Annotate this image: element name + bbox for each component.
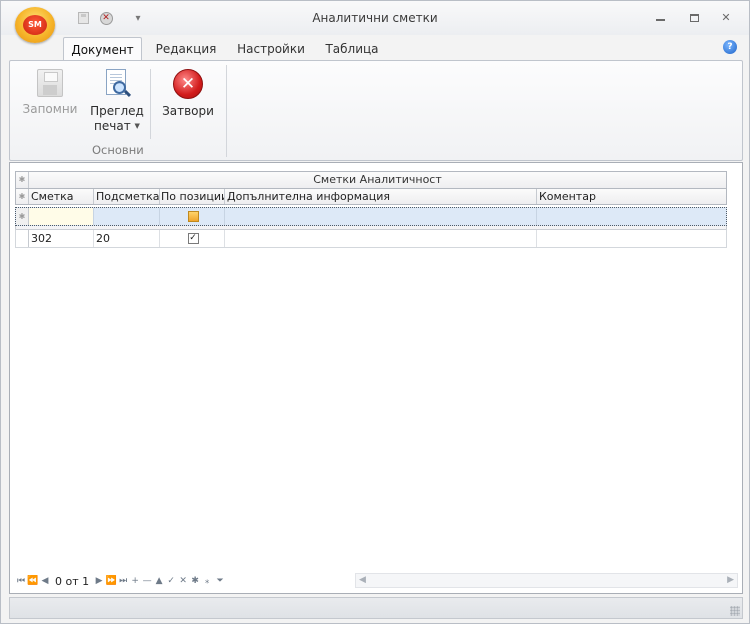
table-row[interactable]: 302 20 ✓ <box>15 229 727 248</box>
save-button[interactable]: Запомни <box>22 69 78 117</box>
scroll-right-icon[interactable]: ▶ <box>727 574 734 587</box>
button-divider <box>150 69 151 139</box>
resize-grip-icon[interactable] <box>730 606 740 616</box>
new-row-subaccount-cell[interactable] <box>94 208 160 225</box>
grid-container: ✱ Сметки Аналитичност ✱ Сметка Подсметка… <box>9 162 743 594</box>
close-icon: ✕ <box>721 11 731 24</box>
close-button[interactable]: ✕ Затвори <box>160 69 216 119</box>
new-row-by-position-cell[interactable] <box>160 208 225 225</box>
new-item-row[interactable]: ✱ <box>15 207 727 226</box>
window-title: Аналитични сметки <box>312 11 438 25</box>
filter-icon[interactable]: ✱ <box>189 576 201 586</box>
end-edit-icon[interactable]: ✓ <box>165 576 177 586</box>
close-circle-icon: ✕ <box>173 69 203 99</box>
print-preview-button[interactable]: Преглед печат ▼ <box>88 69 146 134</box>
next-page-icon[interactable]: ⏩ <box>105 576 117 586</box>
remove-record-icon[interactable]: — <box>141 576 153 586</box>
column-header-additional-info[interactable]: Допълнителна информация <box>225 189 537 204</box>
band-title: Сметки Аналитичност <box>313 173 442 186</box>
floppy-disk-icon <box>37 69 63 97</box>
data-navigator: ⏮ ⏪ ◀ 0 от 1 ▶ ⏩ ⏭ + — ▲ ✓ ✕ ✱ ⁎ ⏷ <box>15 572 227 590</box>
tab-edit[interactable]: Редакция <box>151 37 221 61</box>
scroll-left-icon[interactable]: ◀ <box>359 574 366 587</box>
first-page-icon[interactable]: ⏮ <box>15 576 27 586</box>
title-bar: ✕ ▾ Аналитични сметки ✕ <box>1 1 749 35</box>
by-position-checkbox[interactable]: ✓ <box>187 233 199 244</box>
indeterminate-checkbox[interactable] <box>187 211 199 222</box>
cell-additional-info[interactable] <box>225 230 537 247</box>
close-button-label: Затвори <box>162 104 214 118</box>
cell-account[interactable]: 302 <box>29 230 94 247</box>
previous-record-icon[interactable]: ◀ <box>39 576 51 586</box>
print-preview-label-line2: печат <box>94 119 131 133</box>
app-logo: SM <box>23 15 47 35</box>
cancel-edit-icon[interactable]: ✕ <box>177 576 189 586</box>
close-window-button[interactable]: ✕ <box>718 10 734 26</box>
application-menu-button[interactable]: SM <box>15 7 55 43</box>
ribbon-group-label: Основни <box>92 143 144 157</box>
status-bar <box>9 597 743 619</box>
column-header-row: ✱ Сметка Подсметка По позиции Допълнител… <box>15 188 727 205</box>
edit-record-icon[interactable]: ▲ <box>153 576 165 586</box>
save-button-label: Запомни <box>22 102 78 116</box>
tab-settings[interactable]: Настройки <box>231 37 311 61</box>
band-header: ✱ Сметки Аналитичност <box>15 171 727 188</box>
maximize-icon <box>689 14 699 22</box>
dropdown-arrow-icon: ▼ <box>134 122 140 130</box>
row-indicator[interactable] <box>16 230 29 247</box>
horizontal-scrollbar[interactable]: ◀ ▶ <box>355 573 738 588</box>
data-grid: ✱ Сметки Аналитичност ✱ Сметка Подсметка… <box>15 171 727 248</box>
help-icon[interactable]: ? <box>723 40 737 54</box>
new-row-account-cell[interactable] <box>29 208 94 225</box>
tab-document[interactable]: Документ <box>63 37 142 61</box>
funnel-icon[interactable]: ⏷ <box>213 576 227 586</box>
column-header-account[interactable]: Сметка <box>29 189 94 204</box>
ribbon-panel: Запомни Преглед печат ▼ ✕ Затвори Основн… <box>9 60 743 161</box>
column-header-comment[interactable]: Коментар <box>537 189 726 204</box>
new-row-indicator-icon: ✱ <box>16 208 29 225</box>
print-preview-icon <box>103 69 132 99</box>
cell-comment[interactable] <box>537 230 726 247</box>
minimize-button[interactable] <box>652 10 668 26</box>
column-chooser-icon[interactable]: ✱ <box>16 189 29 204</box>
ribbon-group-divider <box>226 65 227 157</box>
new-row-info-cell[interactable] <box>225 208 537 225</box>
record-position-text: 0 от 1 <box>55 574 90 588</box>
append-record-icon[interactable]: + <box>129 576 141 586</box>
minimize-icon <box>655 19 665 21</box>
maximize-button[interactable] <box>686 10 702 26</box>
main-window: ✕ ▾ Аналитични сметки ✕ SM Документ Реда… <box>0 0 750 624</box>
previous-page-icon[interactable]: ⏪ <box>27 576 39 586</box>
tab-table[interactable]: Таблица <box>321 37 383 61</box>
print-preview-label-line1: Преглед <box>90 104 144 118</box>
next-record-icon[interactable]: ▶ <box>93 576 105 586</box>
new-row-comment-cell[interactable] <box>537 208 726 225</box>
column-header-subaccount[interactable]: Подсметка <box>94 189 160 204</box>
last-page-icon[interactable]: ⏭ <box>117 576 129 586</box>
cell-subaccount[interactable]: 20 <box>94 230 160 247</box>
column-header-by-position[interactable]: По позиции <box>160 189 225 204</box>
band-indicator-icon[interactable]: ✱ <box>16 172 29 188</box>
cell-by-position[interactable]: ✓ <box>160 230 225 247</box>
filter-clear-icon[interactable]: ⁎ <box>201 576 213 586</box>
